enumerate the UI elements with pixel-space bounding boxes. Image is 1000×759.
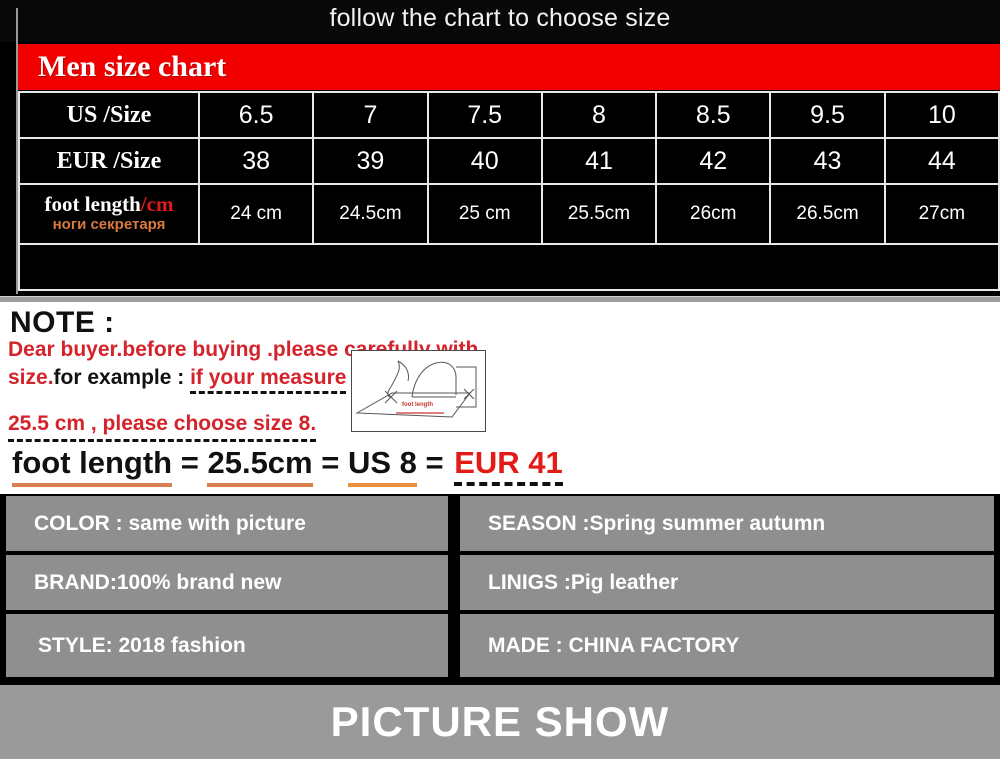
foot-length-label-main: foot length/cm [44,191,174,216]
eur-size-cell: 41 [540,137,658,185]
table-row-foot-length: foot length/cm ноги секретаря 24 cm 24.5… [18,183,1000,245]
info-cell-season-label: SEASON :Spring summer autumn [488,511,826,535]
equation-us: US 8 [347,445,417,487]
note-section: NOTE : Dear buyer.before buying .please … [0,302,1000,494]
equation-foot-length: foot length [12,445,173,487]
foot-length-cell: 27cm [883,183,1000,245]
info-cell-style-label: STYLE: 2018 fashion [38,633,246,657]
info-cell-made: MADE : CHINA FACTORY [460,614,994,677]
us-size-cell: 6.5 [197,91,315,139]
table-row-eur: EUR /Size 38 39 40 41 42 43 44 [18,137,1000,185]
equation-line: foot length = 25.5cm = US 8 = EUR 41 [12,445,563,487]
eur-size-cell: 42 [655,137,772,185]
info-cell-linings-label: LINIGS :Pig leather [488,570,679,594]
info-cell-brand-label: BRAND:100% brand new [34,570,282,594]
eur-size-cell: 40 [426,137,543,185]
us-size-cell: 7.5 [426,91,543,139]
table-row-us: US /Size 6.5 7 7.5 8 8.5 9.5 10 [18,91,1000,139]
us-size-cell: 8 [540,91,658,139]
note-title: NOTE : [10,306,115,339]
size-chart-page: follow the chart to choose size Men size… [0,0,1000,759]
note-line-2-size: size. [8,366,54,389]
note-line-2: size.for example : if your measure is [8,366,469,394]
info-cell-style: STYLE: 2018 fashion [6,614,448,677]
equation-eur: EUR 41 [454,445,563,486]
top-title-bar: follow the chart to choose size [0,0,1000,42]
foot-length-label-sub: ноги секретаря [52,216,166,234]
us-size-cell: 8.5 [655,91,772,139]
us-size-cell: 7 [312,91,429,139]
note-line-2-measure: if your measure [190,366,347,394]
foot-length-cell: 24 cm [197,183,315,245]
equation-sign-2: = [312,445,348,480]
men-size-chart-banner: Men size chart [18,44,1000,90]
men-size-chart-label: Men size chart [38,50,227,83]
empty-row-cell [18,243,1000,291]
table-row-empty [18,243,1000,291]
eur-size-cell: 38 [197,137,315,185]
size-table: US /Size 6.5 7 7.5 8 8.5 9.5 10 EUR /Siz… [18,91,1000,291]
note-line-2-example: for example : [53,366,191,389]
us-size-cell: 9.5 [769,91,886,139]
info-cell-color: COLOR : same with picture [6,496,448,551]
equation-cm: 25.5cm [207,445,313,487]
foot-measure-sketch-icon: foot length [355,360,477,418]
eur-size-cell: 39 [312,137,429,185]
page-title: follow the chart to choose size [329,4,671,32]
eur-size-cell: 44 [883,137,1000,185]
info-cell-linings: LINIGS :Pig leather [460,555,994,610]
note-line-3: 25.5 cm , please choose size 8. [8,412,317,442]
info-cell-made-label: MADE : CHINA FACTORY [488,633,740,657]
foot-length-cell: 24.5cm [312,183,429,245]
us-size-cell: 10 [883,91,1000,139]
note-text-block: NOTE : Dear buyer.before buying .please … [6,302,606,494]
row-label-us: US /Size [18,91,200,139]
row-label-foot-length: foot length/cm ноги секретаря [18,183,200,245]
row-label-eur: EUR /Size [18,137,200,185]
picture-show-label: PICTURE SHOW [330,698,670,745]
info-cell-season: SEASON :Spring summer autumn [460,496,994,551]
eur-size-cell: 43 [769,137,886,185]
sketch-caption: foot length [402,402,433,408]
foot-measure-sketch: foot length [351,350,486,432]
foot-length-cell: 25 cm [426,183,543,245]
foot-length-cell: 26.5cm [769,183,886,245]
equation-sign-1: = [172,445,208,480]
info-cell-color-label: COLOR : same with picture [34,511,306,535]
info-cell-brand: BRAND:100% brand new [6,555,448,610]
equation-sign-3: = [416,445,453,480]
product-info-grid: COLOR : same with picture SEASON :Spring… [0,496,1000,680]
picture-show-footer: PICTURE SHOW [0,685,1000,759]
size-table-container: US /Size 6.5 7 7.5 8 8.5 9.5 10 EUR /Siz… [18,91,1000,294]
foot-length-cell: 26cm [655,183,772,245]
foot-length-cell: 25.5cm [540,183,658,245]
